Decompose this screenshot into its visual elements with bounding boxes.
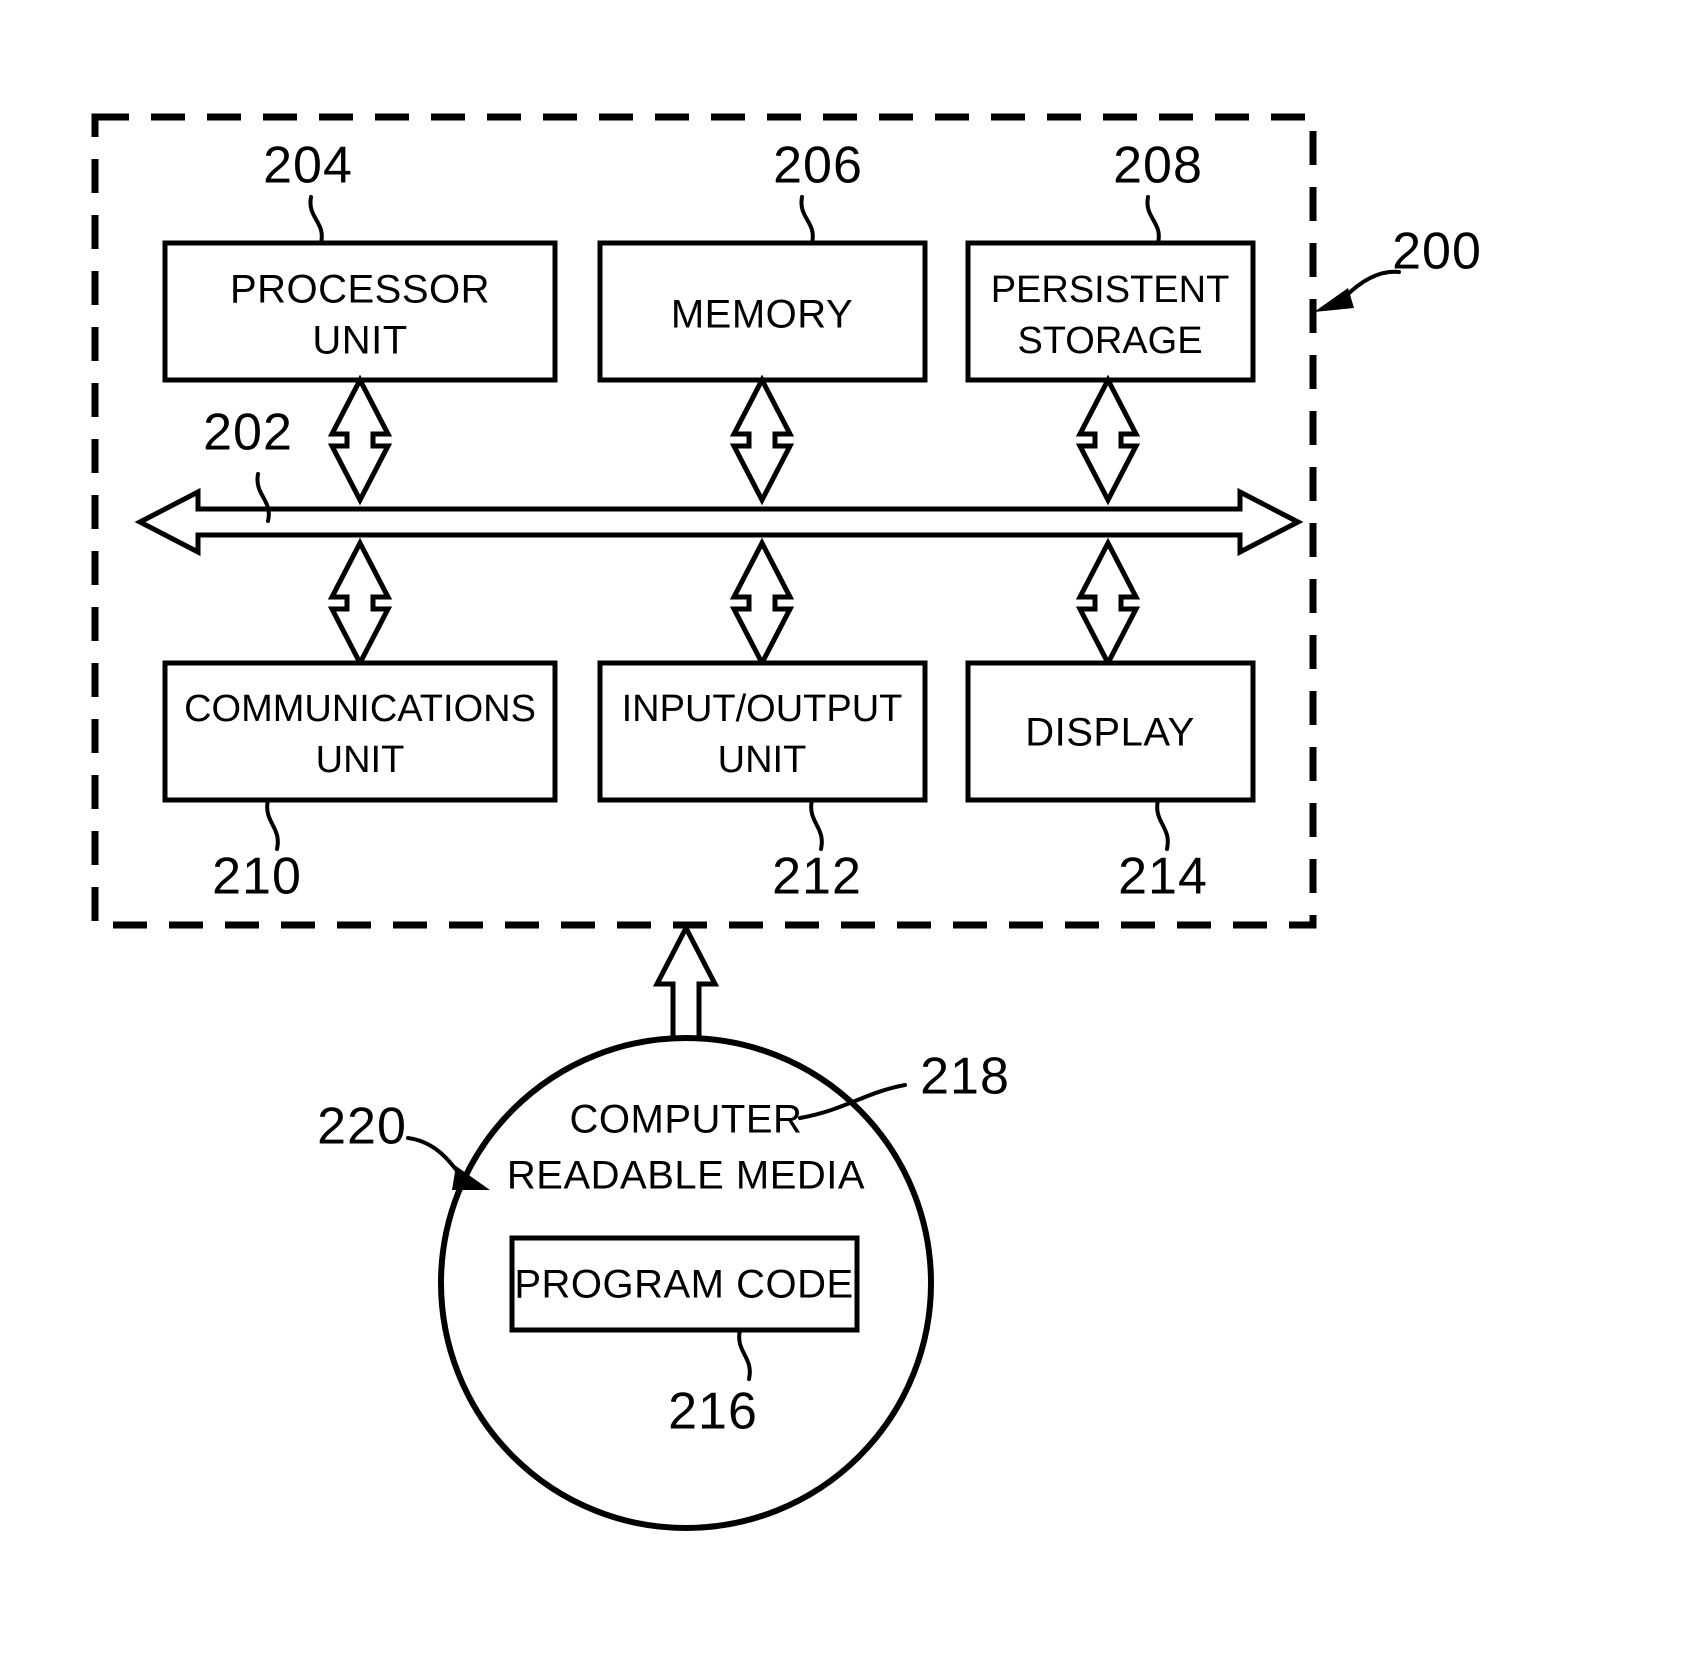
leader-line-208 (1145, 195, 1161, 245)
block-communications-unit-label-line1: COMMUNICATIONS (184, 688, 536, 730)
leader-line-200 (1343, 269, 1401, 299)
block-persistent-storage-label-line1: PERSISTENT (991, 269, 1230, 311)
figure-canvas: 200 PROCESSOR UNIT 204 MEMORY 206 PERSIS… (91, 113, 1482, 1531)
leader-line-210 (265, 798, 280, 851)
block-program-code-label: PROGRAM CODE (514, 1263, 853, 1307)
block-display: DISPLAY (965, 660, 1256, 803)
block-persistent-storage-label-line2: STORAGE (1017, 320, 1202, 362)
block-memory-label-line1: MEMORY (671, 293, 853, 337)
media-label-line1: COMPUTER (570, 1098, 803, 1142)
block-display-label-line1: DISPLAY (1025, 711, 1195, 755)
block-program-code: PROGRAM CODE (509, 1235, 860, 1333)
ref-number-216: 216 (668, 1383, 758, 1441)
ref-number-206: 206 (773, 137, 863, 195)
block-input-output-unit: INPUT/OUTPUT UNIT (597, 660, 928, 803)
ref-number-212: 212 (772, 848, 862, 906)
leader-arrowhead-200 (1314, 288, 1354, 312)
block-persistent-storage: PERSISTENT STORAGE (965, 240, 1256, 383)
ref-number-200: 200 (1392, 223, 1482, 281)
block-processor-unit: PROCESSOR UNIT (162, 240, 558, 383)
leader-line-204 (308, 195, 324, 245)
ref-number-220: 220 (317, 1098, 407, 1156)
media-label-line2: READABLE MEDIA (507, 1154, 865, 1198)
system-bus-202 (134, 487, 1304, 557)
ref-number-210: 210 (212, 848, 302, 906)
ref-number-218: 218 (920, 1048, 1010, 1106)
leader-line-206 (799, 195, 815, 245)
block-processor-unit-label-line2: UNIT (312, 319, 407, 363)
block-communications-unit-label-line2: UNIT (316, 739, 405, 781)
ref-number-202: 202 (203, 404, 293, 462)
bus-connector-persistent-storage (1075, 374, 1141, 506)
ref-number-204: 204 (263, 137, 353, 195)
block-processor-unit-label-line1: PROCESSOR (230, 268, 490, 312)
bus-connector-communications (327, 537, 393, 669)
bus-connector-processor (327, 374, 393, 506)
block-input-output-unit-label-line2: UNIT (718, 739, 807, 781)
patent-figure: 200 PROCESSOR UNIT 204 MEMORY 206 PERSIS… (0, 0, 1697, 1675)
block-communications-unit: COMMUNICATIONS UNIT (162, 660, 558, 803)
media-to-system-arrow (652, 922, 720, 1056)
leader-line-214 (1155, 798, 1170, 851)
block-memory: MEMORY (597, 240, 928, 383)
ref-number-208: 208 (1113, 137, 1203, 195)
bus-connector-memory (729, 374, 795, 506)
bus-connector-display (1075, 537, 1141, 669)
ref-number-214: 214 (1118, 848, 1208, 906)
leader-line-212 (809, 798, 824, 851)
block-input-output-unit-label-line1: INPUT/OUTPUT (622, 688, 903, 730)
bus-connector-input-output (729, 537, 795, 669)
